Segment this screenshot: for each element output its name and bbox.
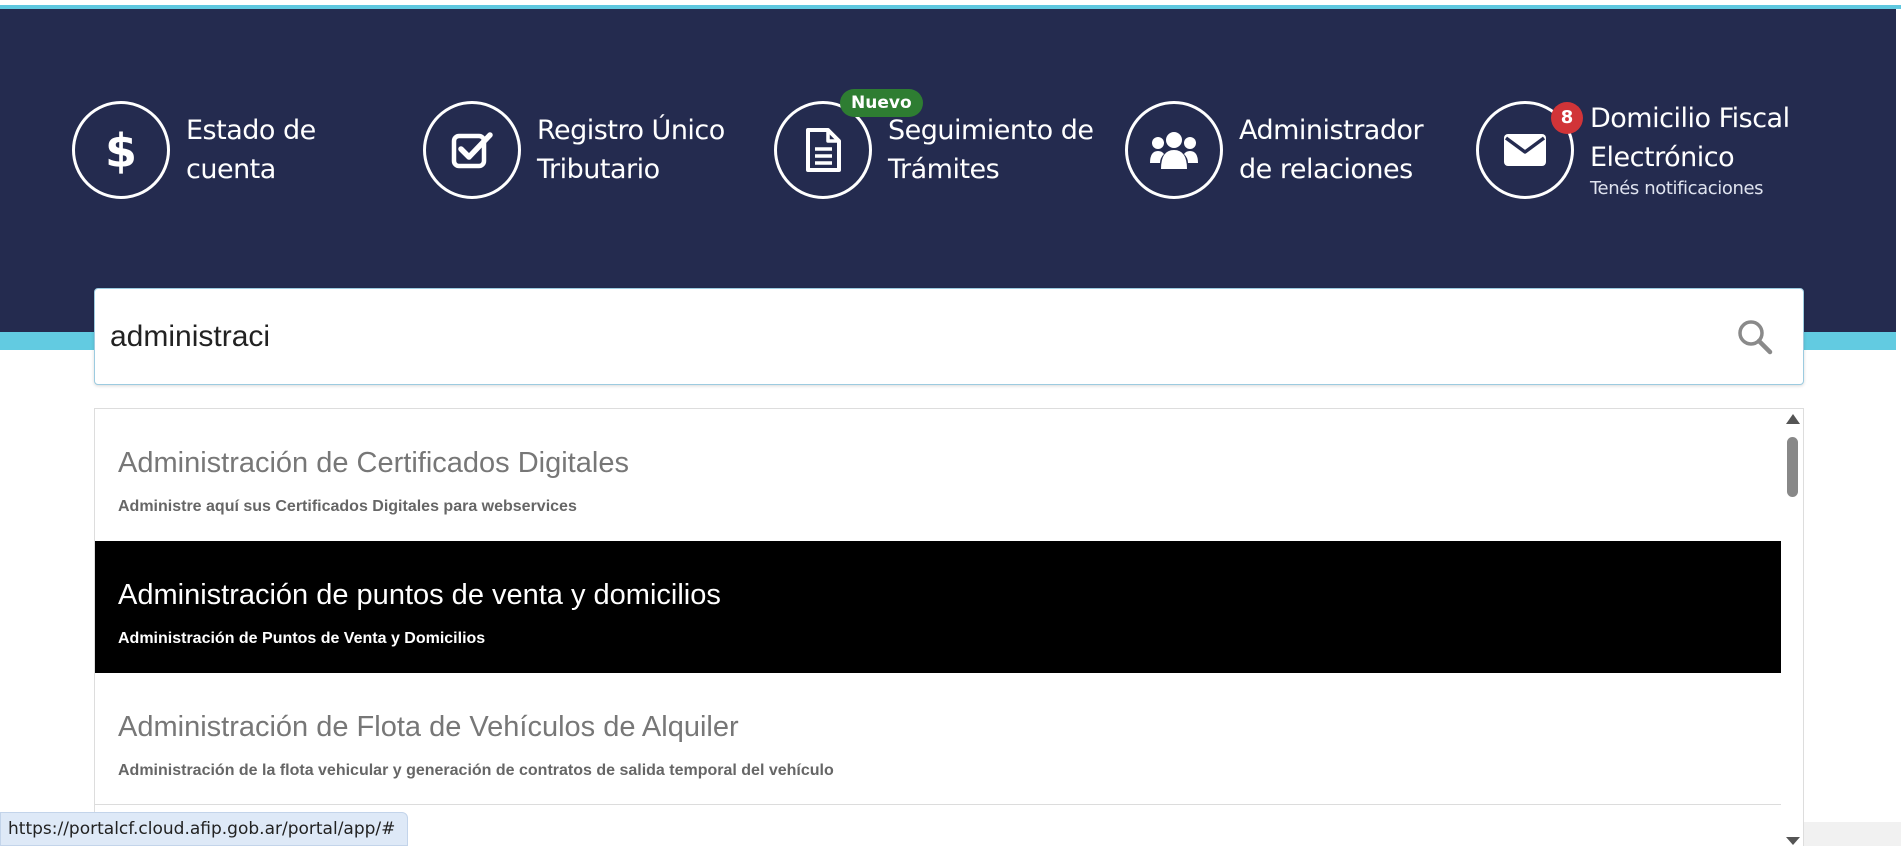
document-icon (806, 128, 841, 172)
search-result-item[interactable]: Administración de Certificados Digitales… (95, 409, 1781, 541)
result-title: Administración de puntos de venta y domi… (118, 579, 721, 611)
result-description: Administración de Puntos de Venta y Domi… (118, 630, 486, 647)
shortcut-label-line1: Administrador (1239, 115, 1424, 146)
shortcut-label-line1: Registro Único (537, 115, 725, 146)
shortcut-label-line1: Seguimiento de (888, 115, 1094, 146)
shortcut-administrador-de-relaciones[interactable]: Administrador de relaciones (1125, 100, 1424, 200)
new-badge: Nuevo (840, 89, 923, 117)
shortcut-subtitle: Tenés notificaciones (1590, 178, 1764, 199)
scroll-up-arrow-icon[interactable] (1786, 414, 1800, 424)
scroll-down-arrow-icon[interactable] (1786, 837, 1800, 845)
shortcut-label: Seguimiento de Trámites (888, 111, 1094, 189)
result-title: Administración de Flota de Vehículos de … (118, 711, 739, 743)
search-result-item-highlighted[interactable]: Administración de puntos de venta y domi… (95, 541, 1781, 673)
users-icon (1150, 132, 1198, 169)
result-description: Administración de la flota vehicular y g… (118, 762, 834, 779)
shortcut-label-line2: cuenta (186, 154, 276, 185)
page-background-strip (1804, 822, 1901, 846)
shortcut-label: Estado de cuenta (186, 111, 316, 189)
shortcut-label: Administrador de relaciones (1239, 111, 1424, 189)
search-box (94, 288, 1804, 385)
search-result-item[interactable]: Administración de Flota de Vehículos de … (95, 673, 1781, 805)
results-scrollbar[interactable] (1781, 409, 1803, 846)
svg-text:$: $ (105, 125, 137, 175)
shortcut-label-line1: Estado de (186, 115, 316, 146)
notification-count-badge: 8 (1551, 102, 1583, 134)
shortcut-label-line2: de relaciones (1239, 154, 1413, 185)
shortcut-label-line2: Tributario (537, 154, 660, 185)
result-title: Administración de Certificados Digitales (118, 447, 629, 479)
search-icon[interactable] (1737, 319, 1773, 355)
shortcut-label: Registro Único Tributario (537, 111, 725, 189)
shortcut-seguimiento-de-tramites[interactable]: Seguimiento de Trámites (774, 100, 1094, 200)
shortcut-label-line1: Domicilio Fiscal (1590, 103, 1790, 134)
scrollbar-thumb[interactable] (1787, 437, 1798, 497)
dollar-icon: $ (105, 125, 137, 175)
shortcut-circle: $ (72, 101, 170, 199)
shortcut-estado-de-cuenta[interactable]: $ Estado de cuenta (72, 100, 316, 200)
shortcut-label-line2: Electrónico (1590, 142, 1735, 173)
shortcut-circle (1125, 101, 1223, 199)
shortcut-circle: 8 (1476, 101, 1583, 199)
shortcut-registro-unico-tributario[interactable]: Registro Único Tributario (423, 100, 725, 200)
browser-status-url: https://portalcf.cloud.afip.gob.ar/porta… (0, 812, 409, 846)
checkbox-icon (451, 132, 493, 169)
result-description: Administre aquí sus Certificados Digital… (118, 498, 577, 515)
shortcut-domicilio-fiscal-electronico[interactable]: 8 Domicilio Fiscal Electrónico Tenés not… (1476, 100, 1790, 200)
search-results-dropdown: Administración de Certificados Digitales… (94, 408, 1804, 846)
search-input[interactable] (110, 289, 1710, 384)
shortcut-label: Domicilio Fiscal Electrónico Tenés notif… (1590, 99, 1790, 201)
envelope-icon (1504, 134, 1546, 166)
shortcut-label-line2: Trámites (888, 154, 1000, 185)
shortcut-circle (423, 101, 521, 199)
